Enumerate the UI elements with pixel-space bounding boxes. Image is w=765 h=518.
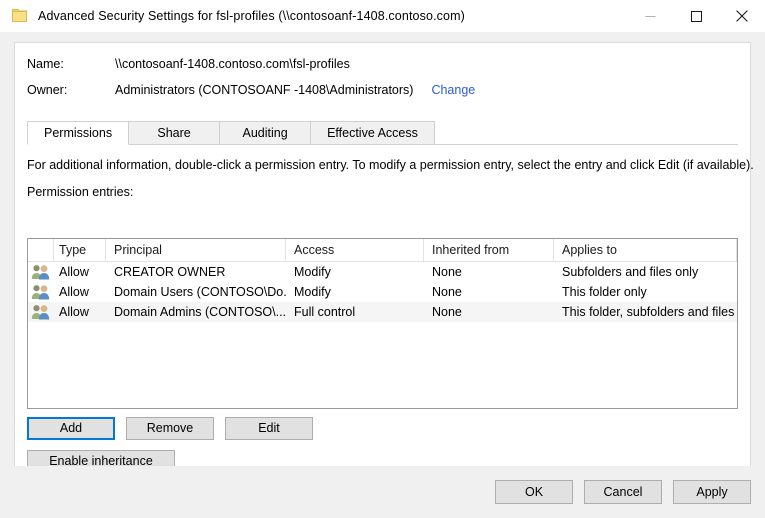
header-type[interactable]: Type — [54, 239, 106, 261]
table-header-row: Type Principal Access Inherited from App… — [28, 239, 737, 262]
cell-principal: Domain Users (CONTOSO\Do... — [106, 282, 286, 302]
cell-applies-to: This folder, subfolders and files — [554, 302, 737, 322]
tab-auditing[interactable]: Auditing — [219, 121, 311, 145]
title-bar: Advanced Security Settings for fsl-profi… — [0, 0, 765, 32]
apply-button[interactable]: Apply — [673, 480, 751, 504]
cell-type: Allow — [54, 302, 106, 322]
close-icon[interactable] — [719, 0, 765, 32]
cell-inherited-from: None — [424, 302, 554, 322]
users-group-icon — [28, 304, 54, 320]
advanced-security-settings-dialog: Advanced Security Settings for fsl-profi… — [0, 0, 765, 518]
cell-access: Modify — [286, 262, 424, 282]
window-title: Advanced Security Settings for fsl-profi… — [38, 9, 465, 23]
cancel-button[interactable]: Cancel — [584, 480, 662, 504]
table-row[interactable]: Allow Domain Users (CONTOSO\Do... Modify… — [28, 282, 737, 302]
header-applies-to[interactable]: Applies to — [554, 239, 737, 261]
cell-principal: Domain Admins (CONTOSO\... — [106, 302, 286, 322]
users-group-icon — [28, 284, 54, 300]
header-icon-spacer — [28, 239, 54, 261]
remove-button[interactable]: Remove — [126, 417, 214, 440]
dialog-footer: OK Cancel Apply — [0, 466, 765, 518]
identity-section: Name: \\contosoanf-1408.contoso.com\fsl-… — [15, 43, 750, 109]
tab-strip: Permissions Share Auditing Effective Acc… — [15, 121, 750, 145]
tab-permissions[interactable]: Permissions — [27, 121, 129, 145]
owner-value: Administrators (CONTOSOANF -1408\Adminis… — [115, 83, 413, 97]
owner-row: Owner: Administrators (CONTOSOANF -1408\… — [15, 83, 750, 109]
tab-share[interactable]: Share — [128, 121, 220, 145]
cell-inherited-from: None — [424, 262, 554, 282]
owner-label: Owner: — [27, 83, 115, 97]
cell-principal: CREATOR OWNER — [106, 262, 286, 282]
permission-entries-list[interactable]: Type Principal Access Inherited from App… — [27, 238, 738, 409]
change-owner-link[interactable]: Change — [431, 83, 475, 97]
add-button[interactable]: Add — [27, 417, 115, 440]
header-inherited-from[interactable]: Inherited from — [424, 239, 554, 261]
cell-applies-to: Subfolders and files only — [554, 262, 737, 282]
users-group-icon — [28, 264, 54, 280]
permission-entries-label: Permission entries: — [15, 172, 750, 199]
header-principal[interactable]: Principal — [106, 239, 286, 261]
folder-icon — [12, 8, 28, 24]
dialog-body: Name: \\contosoanf-1408.contoso.com\fsl-… — [0, 32, 765, 518]
cell-type: Allow — [54, 262, 106, 282]
tab-effective-access[interactable]: Effective Access — [310, 121, 435, 145]
permission-action-buttons: Add Remove Edit — [27, 417, 313, 440]
cell-access: Modify — [286, 282, 424, 302]
name-row: Name: \\contosoanf-1408.contoso.com\fsl-… — [15, 57, 750, 83]
table-row[interactable]: Allow Domain Admins (CONTOSO\... Full co… — [28, 302, 737, 322]
table-row[interactable]: Allow CREATOR OWNER Modify None Subfolde… — [28, 262, 737, 282]
content-panel: Name: \\contosoanf-1408.contoso.com\fsl-… — [14, 42, 751, 481]
minimize-icon[interactable] — [627, 0, 673, 32]
cell-applies-to: This folder only — [554, 282, 737, 302]
name-label: Name: — [27, 57, 115, 71]
edit-button[interactable]: Edit — [225, 417, 313, 440]
header-access[interactable]: Access — [286, 239, 424, 261]
name-value: \\contosoanf-1408.contoso.com\fsl-profil… — [115, 57, 350, 71]
window-controls — [627, 0, 765, 32]
description-text: For additional information, double-click… — [15, 145, 750, 172]
cell-type: Allow — [54, 282, 106, 302]
maximize-icon[interactable] — [673, 0, 719, 32]
ok-button[interactable]: OK — [495, 480, 573, 504]
cell-access: Full control — [286, 302, 424, 322]
cell-inherited-from: None — [424, 282, 554, 302]
